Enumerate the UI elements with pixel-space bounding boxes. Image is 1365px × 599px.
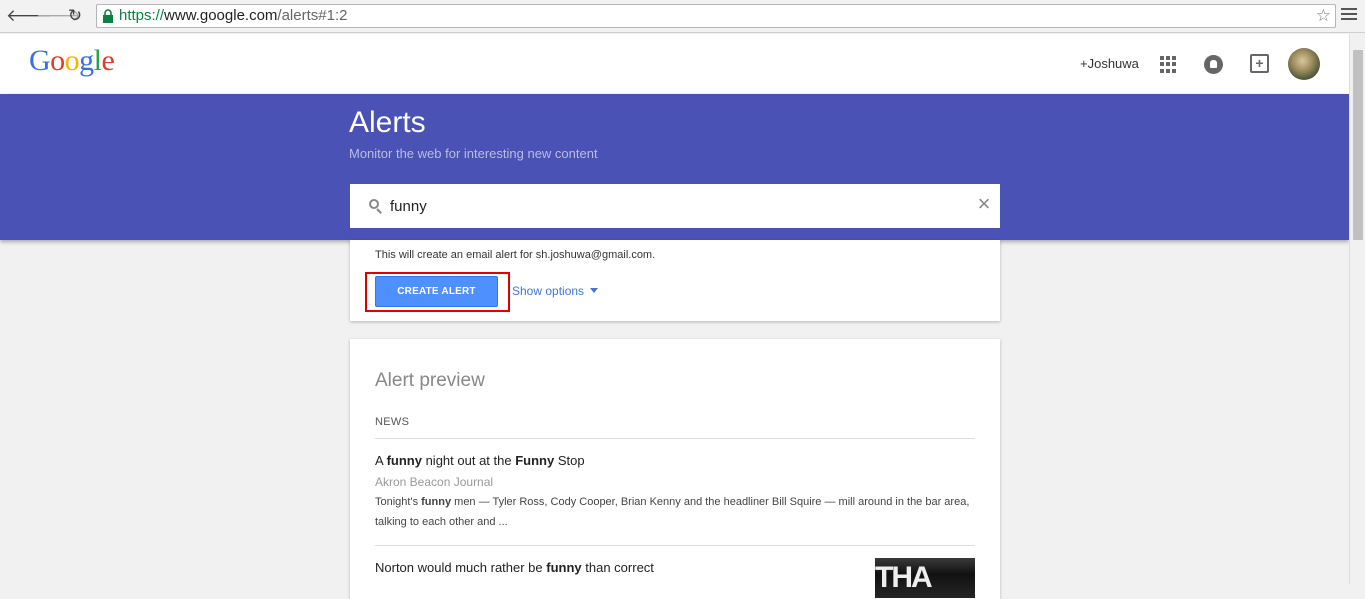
user-name-link[interactable]: +Joshuwa (1080, 56, 1139, 71)
article-source: Akron Beacon Journal (375, 475, 494, 489)
browser-toolbar: 🡐 🡒 ↻ https://www.google.com/alerts#1:2 … (0, 0, 1365, 33)
bookmark-star-icon[interactable]: ☆ (1316, 5, 1331, 27)
url-scheme: https:// (119, 7, 165, 24)
show-options-label: Show options (512, 284, 585, 298)
page-scrollbar[interactable] (1349, 34, 1365, 584)
logo-letter: G (29, 44, 51, 77)
article-thumbnail[interactable]: THA (875, 558, 975, 598)
text-fragment: Tonight's (375, 496, 422, 508)
logo-letter: g (79, 44, 94, 77)
google-header: Google +Joshuwa + (0, 34, 1349, 94)
notifications-bell-icon[interactable] (1204, 55, 1223, 74)
thumbnail-text: THA (875, 561, 933, 594)
article-title-link[interactable]: Norton would much rather be funny than c… (375, 560, 654, 575)
search-icon (369, 199, 382, 214)
text-fragment: Norton would much rather be (375, 560, 547, 575)
highlighted-term: Funny (515, 453, 555, 468)
google-logo[interactable]: Google (29, 44, 115, 78)
text-fragment: Stop (554, 453, 585, 468)
text-fragment: night out at the (421, 453, 516, 468)
alert-preview-card: Alert preview NEWS A funny night out at … (350, 339, 1000, 599)
text-fragment: men — Tyler Ross, Cody Cooper, Brian Ken… (375, 496, 970, 528)
logo-letter: l (93, 44, 102, 77)
highlighted-term: funny (546, 560, 582, 575)
scrollbar-thumb[interactable] (1353, 50, 1363, 240)
share-plus-icon[interactable]: + (1250, 54, 1269, 73)
page-title: Alerts (349, 106, 426, 139)
text-fragment: than correct (581, 560, 654, 575)
email-alert-note: This will create an email alert for sh.j… (375, 249, 656, 261)
url-path: /alerts#1:2 (277, 7, 348, 24)
logo-letter: o (50, 44, 65, 77)
text-fragment: A (375, 453, 387, 468)
back-icon[interactable]: 🡐 (6, 6, 52, 26)
create-alert-button[interactable]: CREATE ALERT (375, 276, 498, 307)
logo-letter: o (64, 44, 80, 77)
forward-icon[interactable]: 🡒 (36, 6, 82, 26)
show-options-link[interactable]: Show options (512, 284, 599, 298)
url-text: https://www.google.com/alerts#1:2 (119, 5, 347, 27)
apps-grid-icon[interactable] (1160, 56, 1177, 73)
caret-down-icon (590, 288, 599, 293)
clear-icon[interactable]: × (975, 193, 993, 215)
page-subtitle: Monitor the web for interesting new cont… (349, 146, 598, 161)
url-host: www.google.com (164, 7, 278, 24)
reload-icon[interactable]: ↻ (65, 6, 85, 26)
alert-query-value[interactable]: funny (390, 198, 427, 215)
divider (375, 545, 975, 546)
avatar[interactable] (1288, 48, 1320, 80)
news-section-label: NEWS (375, 416, 410, 428)
alert-query-input[interactable]: funny × (350, 184, 1000, 228)
alerts-banner: Alerts Monitor the web for interesting n… (0, 94, 1349, 240)
create-alert-card: This will create an email alert for sh.j… (350, 240, 1000, 321)
article-snippet: Tonight's funny men — Tyler Ross, Cody C… (375, 492, 975, 532)
browser-menu-icon[interactable] (1341, 8, 1357, 22)
highlighted-term: funny (386, 453, 422, 468)
divider (375, 438, 975, 439)
preview-title: Alert preview (375, 370, 485, 391)
lock-icon (103, 9, 113, 23)
article-title-link[interactable]: A funny night out at the Funny Stop (375, 453, 585, 468)
logo-letter: e (101, 44, 115, 77)
address-bar[interactable]: https://www.google.com/alerts#1:2 ☆ (96, 4, 1336, 28)
highlighted-term: funny (421, 496, 452, 508)
